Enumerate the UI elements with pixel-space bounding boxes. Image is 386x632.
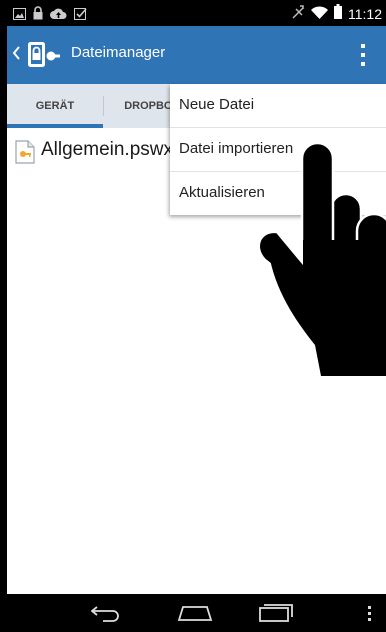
wifi-icon <box>311 4 328 23</box>
overflow-dot <box>361 53 365 57</box>
tab-geraet[interactable]: GERÄT <box>7 84 103 128</box>
pointing-hand-icon <box>245 140 386 380</box>
tab-selected-indicator <box>7 124 103 128</box>
status-time: 11:12 <box>348 5 382 22</box>
chevron-left-icon[interactable] <box>11 45 21 65</box>
file-name: Allgemein.pswx <box>41 139 173 160</box>
menu-item-label: Neue Datei <box>179 96 255 113</box>
home-icon[interactable] <box>177 604 213 626</box>
screen: 11:12 Dateimanager GERÄT DROPBOX Allgeme… <box>7 0 386 632</box>
cloud-upload-icon <box>50 5 67 24</box>
menu-icon[interactable] <box>367 606 373 626</box>
overflow-dot <box>361 62 365 66</box>
more-vert-icon[interactable] <box>358 44 368 68</box>
lock-icon <box>33 5 43 24</box>
app-logo-icon[interactable] <box>27 41 61 73</box>
status-icons-left <box>13 5 87 24</box>
recent-apps-icon[interactable] <box>259 604 293 626</box>
check-box-icon <box>74 5 87 24</box>
app-bar: Dateimanager <box>7 26 386 84</box>
status-bar: 11:12 <box>7 0 386 26</box>
image-icon <box>13 5 26 24</box>
status-icons-right: 11:12 <box>291 4 382 23</box>
menu-item-neue-datei[interactable]: Neue Datei <box>170 84 386 127</box>
back-icon[interactable] <box>90 604 123 626</box>
navigation-bar <box>7 594 386 632</box>
battery-icon <box>334 4 342 23</box>
overflow-dot <box>361 44 365 48</box>
app-title: Dateimanager <box>71 44 166 61</box>
signal-icon <box>291 4 305 23</box>
key-file-icon <box>15 140 35 168</box>
